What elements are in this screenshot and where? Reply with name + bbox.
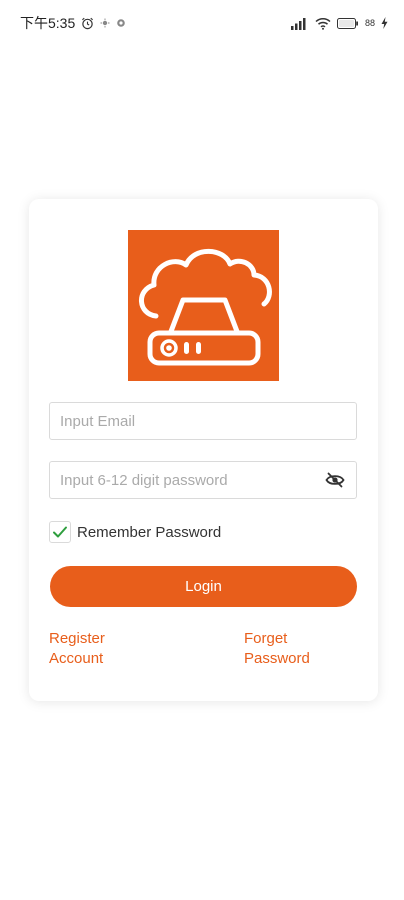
register-account-link[interactable]: Register Account [49,629,129,669]
check-icon [53,526,67,538]
status-bar: 下午5:35 88 [0,0,404,46]
wifi-icon [315,17,331,30]
login-button[interactable]: Login [50,566,357,607]
charging-icon [381,17,388,29]
cloud-server-icon [128,230,279,381]
forget-password-link[interactable]: Forget Password [244,629,324,669]
signal-icon [290,17,309,30]
login-card: Remember Password Login Register Account… [29,199,378,701]
password-input[interactable] [60,471,324,489]
remember-label: Remember Password [77,523,222,541]
remember-password-toggle[interactable]: Remember Password [49,519,221,545]
eye-off-icon[interactable] [324,469,346,491]
alarm-icon [81,17,94,30]
email-field[interactable] [49,402,357,440]
weather-icon [100,18,110,28]
password-field[interactable] [49,461,357,499]
status-left: 下午5:35 [20,13,126,33]
notification-icon [116,18,126,28]
battery-icon [336,17,359,29]
battery-level: 88 [364,18,375,28]
status-right: 88 [290,17,388,30]
status-time: 下午5:35 [20,15,76,31]
email-input[interactable] [60,412,346,430]
remember-checkbox[interactable] [49,521,71,543]
